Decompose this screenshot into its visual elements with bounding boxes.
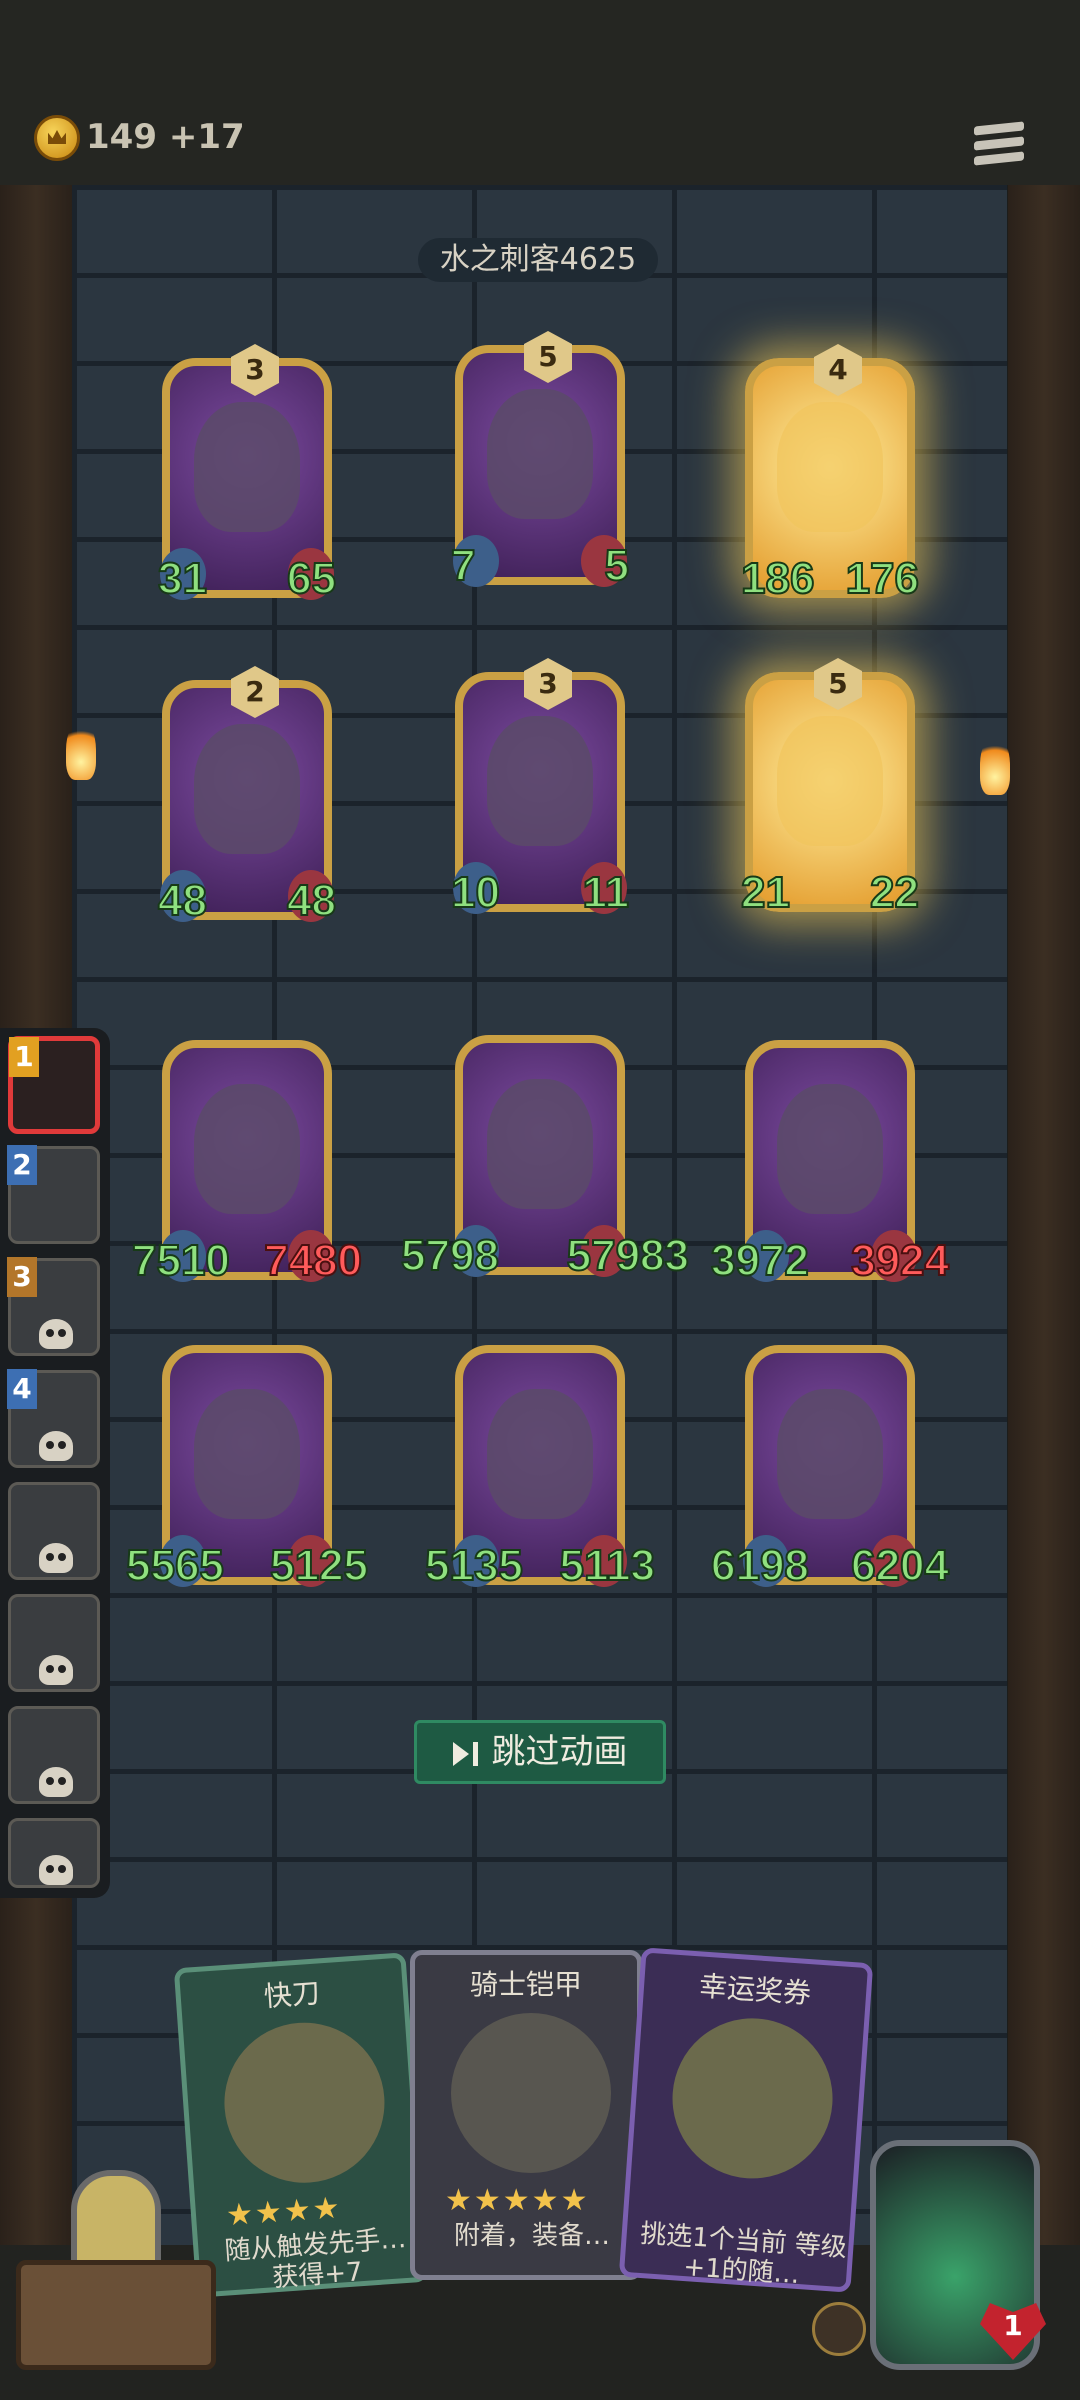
player-minion[interactable]: 7510 7480 (131, 1040, 363, 1286)
card-title: 幸运奖券 (698, 1969, 813, 2011)
gold-coin-icon (34, 115, 80, 161)
health-value: 6204 (850, 1540, 950, 1591)
attack-value: 186 (740, 553, 815, 604)
rank-player-eliminated[interactable] (8, 1482, 100, 1580)
enemy-minion[interactable]: 3 31 65 (157, 344, 337, 604)
enemy-minion[interactable]: 2 48 48 (157, 666, 337, 926)
enemy-minion[interactable]: 5 21 22 (740, 658, 920, 918)
chest-icon[interactable] (16, 2170, 216, 2370)
menu-icon[interactable] (974, 121, 1024, 174)
minion-portrait (194, 402, 300, 532)
rank-number: 1 (9, 1037, 39, 1077)
skull-icon (39, 1767, 73, 1797)
health-value: 5113 (559, 1540, 656, 1591)
rank-number: 3 (7, 1257, 37, 1297)
skull-icon (39, 1543, 73, 1573)
health-value: 22 (869, 867, 920, 918)
right-pillar (1008, 185, 1080, 2245)
health-value: 11 (581, 867, 629, 918)
player-minion[interactable]: 5565 5125 (125, 1345, 369, 1591)
health-value: 5125 (269, 1540, 369, 1591)
minion-portrait (194, 1389, 300, 1519)
knife-icon (219, 2017, 390, 2189)
skip-icon (452, 1741, 469, 1766)
minion-portrait (487, 1389, 593, 1519)
bell-icon[interactable] (812, 2302, 866, 2356)
health-value: 3924 (850, 1235, 950, 1286)
card-title: 骑士铠甲 (469, 1968, 582, 2001)
torch-right-icon (980, 735, 1010, 795)
enemy-minion[interactable]: 5 7 5 (450, 331, 630, 591)
attack-value: 6198 (710, 1540, 810, 1591)
armor-icon (451, 2013, 611, 2173)
shop-card[interactable]: 幸运奖券 挑选1个当前 等级+1的随… (618, 1947, 874, 2293)
minion-portrait (194, 724, 300, 854)
opponent-name: 水之刺客4625 (418, 238, 658, 282)
attack-value: 7510 (131, 1235, 231, 1286)
torch-left-icon (66, 720, 96, 780)
minion-portrait (777, 1084, 883, 1214)
enemy-minion[interactable]: 3 10 11 (450, 658, 630, 918)
enemy-minion[interactable]: 4 186 176 (740, 344, 920, 604)
card-title: 快刀 (262, 1976, 321, 2014)
minion-portrait (487, 389, 593, 519)
rank-player-eliminated[interactable] (8, 1594, 100, 1692)
rank-player-3[interactable]: 3 (7, 1257, 100, 1356)
health-value: 7480 (263, 1235, 363, 1286)
gold-display: 149 +17 (86, 117, 245, 157)
lottery-ticket-icon (667, 2013, 838, 2184)
player-minion[interactable]: 5135 5113 (424, 1345, 656, 1591)
top-bar: 149 +17 (0, 0, 1080, 185)
health-value: 65 (286, 553, 337, 604)
minion-portrait (777, 402, 883, 532)
health-value: 176 (845, 553, 920, 604)
shop-card[interactable]: 骑士铠甲 ★★★★★ 附着，装备… (410, 1950, 642, 2280)
health-value: 57983 (566, 1230, 690, 1281)
skull-icon (39, 1431, 73, 1461)
rank-player-eliminated[interactable] (8, 1706, 100, 1804)
skip-animation-button[interactable]: 跳过动画 (414, 1720, 666, 1784)
attack-value: 7 (450, 540, 477, 591)
minion-portrait (777, 1389, 883, 1519)
player-minion[interactable]: 3972 3924 (710, 1040, 950, 1286)
minion-portrait (194, 1084, 300, 1214)
card-description: 附着，装备… (453, 2221, 610, 2251)
chest-box (16, 2260, 216, 2370)
health-value: 48 (286, 875, 337, 926)
card-stars: ★★★★★ (445, 2183, 590, 2218)
rank-number: 4 (7, 1369, 37, 1409)
rank-player-eliminated[interactable] (8, 1818, 100, 1888)
attack-value: 31 (157, 553, 208, 604)
card-stars: ★★★★ (224, 2190, 343, 2234)
attack-value: 5565 (125, 1540, 225, 1591)
attack-value: 5798 (400, 1230, 500, 1281)
attack-value: 10 (450, 867, 501, 918)
skull-icon (39, 1855, 73, 1885)
skull-icon (39, 1655, 73, 1685)
player-minion[interactable]: 6198 6204 (710, 1345, 950, 1591)
minion-portrait (487, 1079, 593, 1209)
attack-value: 5135 (424, 1540, 524, 1591)
health-value: 5 (603, 540, 630, 591)
skull-icon (39, 1319, 73, 1349)
rank-number: 2 (7, 1145, 37, 1185)
player-ranking-sidebar: 1 2 3 4 (0, 1028, 110, 1898)
rank-player-1[interactable]: 1 (8, 1036, 100, 1134)
rank-player-2[interactable]: 2 (7, 1145, 100, 1244)
player-minion[interactable]: 5798 57983 (400, 1035, 690, 1281)
attack-value: 48 (157, 875, 208, 926)
minion-portrait (777, 716, 883, 846)
rank-player-4[interactable]: 4 (7, 1369, 100, 1468)
minion-portrait (487, 716, 593, 846)
attack-value: 21 (740, 867, 791, 918)
attack-value: 3972 (710, 1235, 810, 1286)
